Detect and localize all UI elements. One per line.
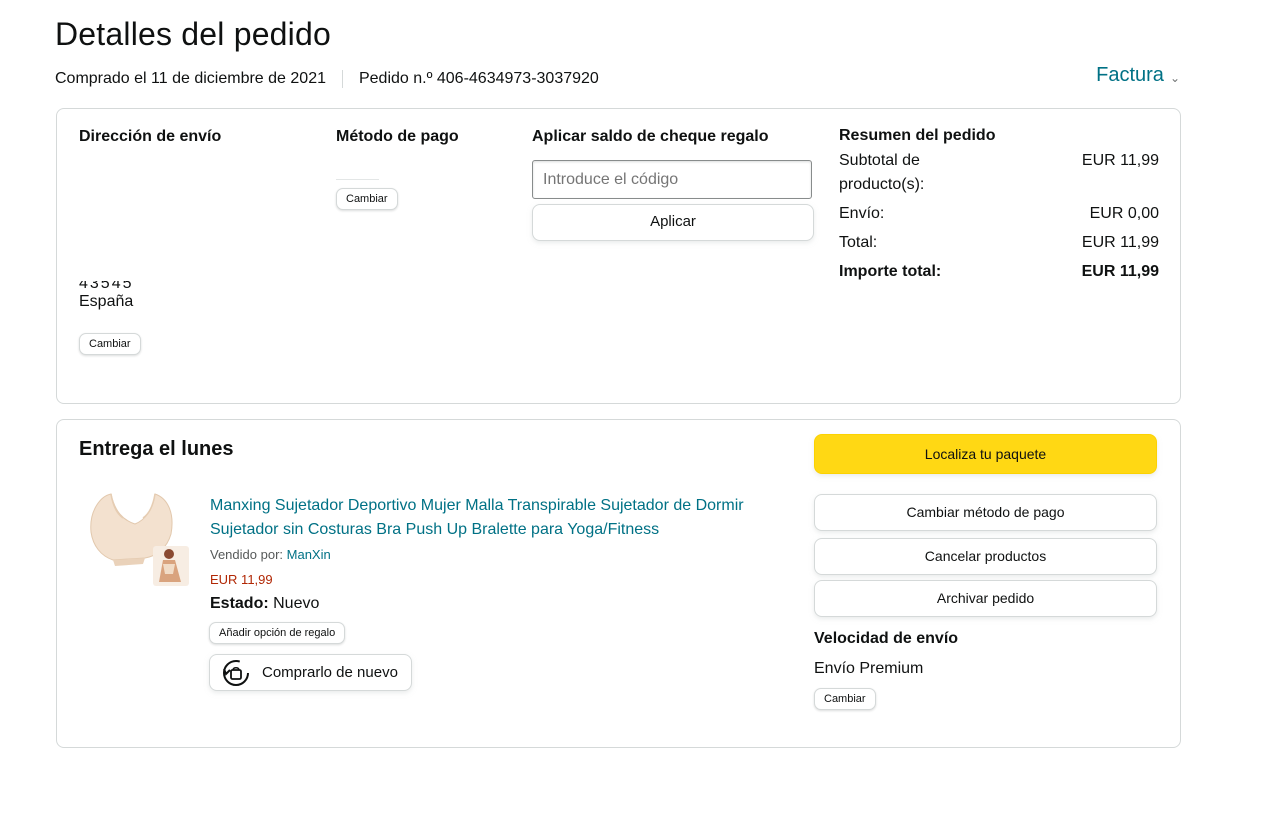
condition-value: Nuevo — [273, 595, 320, 612]
order-summary: Resumen del pedido Subtotal de producto(… — [839, 127, 1159, 289]
summary-value: EUR 11,99 — [1081, 234, 1159, 251]
condition-label: Estado: — [210, 595, 269, 612]
product-price: EUR 11,99 — [210, 572, 273, 587]
buy-again-icon — [223, 659, 249, 686]
seller-link[interactable]: ManXin — [287, 547, 331, 562]
order-summary-heading: Resumen del pedido — [839, 127, 996, 144]
buy-again-button[interactable]: Comprarlo de nuevo — [209, 654, 412, 691]
product-image[interactable] — [83, 490, 198, 590]
summary-row-total: Total: EUR 11,99 — [839, 231, 1159, 255]
track-package-button[interactable]: Localiza tu paquete — [814, 434, 1157, 474]
summary-label: Total: — [839, 234, 878, 251]
apply-gift-button[interactable]: Aplicar — [532, 204, 814, 241]
cancel-items-button[interactable]: Cancelar productos — [814, 538, 1157, 575]
summary-value: EUR 11,99 — [1081, 152, 1159, 169]
delivery-card: Entrega el lunes Manxing Sujetador Depor… — [56, 419, 1181, 748]
product-title-link[interactable]: Manxing Sujetador Deportivo Mujer Malla … — [210, 494, 770, 542]
summary-label: Envío: — [839, 205, 885, 222]
summary-row-shipping: Envío: EUR 0,00 — [839, 202, 1159, 226]
gift-code-input[interactable] — [532, 160, 812, 199]
archive-order-button[interactable]: Archivar pedido — [814, 580, 1157, 617]
invoice-label: Factura — [1096, 64, 1164, 86]
page-title: Detalles del pedido — [55, 16, 331, 52]
summary-row-grand-total: Importe total: EUR 11,99 — [839, 260, 1159, 284]
order-info-card: Dirección de envío 43545 España Cambiar … — [56, 108, 1181, 404]
summary-row-subtotal: Subtotal de producto(s): EUR 11,99 — [839, 149, 1159, 197]
change-payment-button[interactable]: Cambiar — [336, 188, 398, 210]
purchase-date: Comprado el 11 de diciembre de 2021 — [55, 70, 326, 87]
change-address-button[interactable]: Cambiar — [79, 333, 141, 355]
summary-label: Importe total: — [839, 263, 942, 280]
shipping-speed-value: Envío Premium — [814, 660, 924, 677]
buy-again-label: Comprarlo de nuevo — [262, 664, 398, 681]
chevron-down-icon: ⌄ — [1169, 70, 1180, 85]
add-gift-option-button[interactable]: Añadir opción de regalo — [209, 622, 346, 644]
order-number: Pedido n.º 406-4634973-3037920 — [358, 70, 599, 87]
shipping-speed-heading: Velocidad de envío — [814, 630, 959, 647]
product-condition: Estado: Nuevo — [210, 595, 319, 613]
summary-value: EUR 11,99 — [1081, 263, 1159, 280]
shipping-address: 43545 España — [79, 281, 134, 313]
address-country: España — [79, 293, 134, 310]
shipping-address-heading: Dirección de envío — [79, 128, 222, 145]
order-meta: Comprado el 11 de diciembre de 2021 Pedi… — [55, 70, 599, 88]
delivery-heading: Entrega el lunes — [79, 438, 234, 460]
payment-method-heading: Método de pago — [336, 128, 459, 145]
payment-method-placeholder — [336, 179, 379, 180]
summary-label: Subtotal de producto(s): — [839, 152, 925, 193]
summary-value: EUR 0,00 — [1089, 205, 1159, 222]
address-postal-code: 43545 — [79, 281, 134, 291]
meta-divider — [341, 70, 343, 88]
sold-by-label: Vendido por: — [210, 547, 284, 562]
gift-card-heading: Aplicar saldo de cheque regalo — [532, 128, 769, 145]
sold-by: Vendido por: ManXin — [210, 547, 331, 562]
change-payment-method-button[interactable]: Cambiar método de pago — [814, 494, 1157, 531]
change-shipping-speed-button[interactable]: Cambiar — [814, 688, 876, 710]
invoice-dropdown[interactable]: Factura ⌄ — [1096, 64, 1180, 87]
